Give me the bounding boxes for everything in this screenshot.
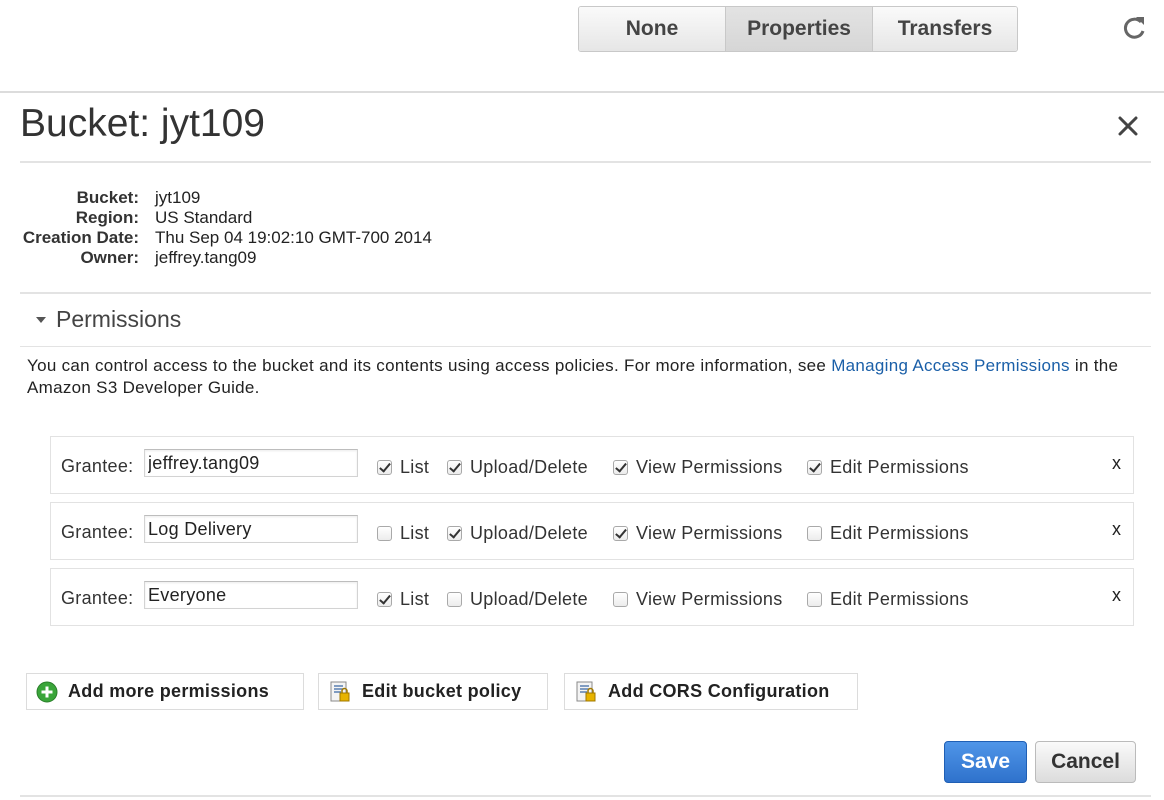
button-label: Add more permissions bbox=[68, 681, 270, 701]
info-value: jyt109 bbox=[155, 188, 201, 207]
managing-access-permissions-link[interactable]: Managing Access Permissions bbox=[831, 356, 1070, 375]
checkbox-label: Upload/Delete bbox=[470, 523, 588, 543]
checkbox-box[interactable] bbox=[807, 592, 822, 607]
checkbox-box[interactable] bbox=[447, 460, 462, 475]
info-row-owner: Owner: jeffrey.tang09 bbox=[20, 248, 432, 268]
caret-down-icon bbox=[36, 316, 46, 323]
info-value: US Standard bbox=[155, 208, 253, 227]
info-label: Bucket: bbox=[76, 188, 139, 207]
checkbox-box[interactable] bbox=[613, 460, 628, 475]
checkbox-box[interactable] bbox=[377, 460, 392, 475]
add-icon bbox=[36, 681, 58, 702]
checkbox-box[interactable] bbox=[447, 526, 462, 541]
button-label: Edit bucket policy bbox=[362, 681, 522, 701]
divider bbox=[20, 292, 1151, 294]
checkbox-label: List bbox=[400, 457, 430, 477]
page-title: Bucket: jyt109 bbox=[20, 102, 265, 145]
info-label: Creation Date: bbox=[22, 228, 139, 247]
view-permissions-checkbox[interactable]: View Permissions bbox=[613, 523, 783, 544]
checkbox-box[interactable] bbox=[613, 526, 628, 541]
edit-bucket-policy-button[interactable]: Edit bucket policy bbox=[318, 673, 548, 710]
divider bbox=[20, 161, 1151, 163]
view-permissions-checkbox[interactable]: View Permissions bbox=[613, 457, 783, 478]
bucket-info: Bucket: jyt109 Region: US Standard Creat… bbox=[20, 188, 432, 268]
policy-document-icon bbox=[576, 681, 596, 701]
checkbox-label: Upload/Delete bbox=[470, 457, 588, 477]
policy-document-icon bbox=[330, 681, 350, 701]
tab-properties[interactable]: Properties bbox=[726, 7, 873, 51]
checkbox-label: Edit Permissions bbox=[830, 589, 969, 609]
checkbox-box[interactable] bbox=[807, 526, 822, 541]
edit-permissions-checkbox[interactable]: Edit Permissions bbox=[807, 457, 969, 478]
description-text: You can control access to the bucket and… bbox=[27, 356, 832, 375]
grantee-input[interactable] bbox=[144, 515, 358, 543]
edit-permissions-checkbox[interactable]: Edit Permissions bbox=[807, 523, 969, 544]
view-permissions-checkbox[interactable]: View Permissions bbox=[613, 589, 783, 610]
grantee-label: Grantee: bbox=[61, 522, 134, 542]
grant-row: Grantee: List Upload/Delete View Permiss… bbox=[50, 502, 1134, 560]
permissions-title: Permissions bbox=[56, 306, 182, 332]
checkbox-label: Upload/Delete bbox=[470, 589, 588, 609]
upload-delete-checkbox[interactable]: Upload/Delete bbox=[447, 589, 588, 610]
refresh-icon[interactable] bbox=[1120, 14, 1148, 42]
info-value: Thu Sep 04 19:02:10 GMT-700 2014 bbox=[155, 228, 432, 247]
checkbox-label: View Permissions bbox=[636, 589, 783, 609]
list-checkbox[interactable]: List bbox=[377, 457, 429, 478]
list-checkbox[interactable]: List bbox=[377, 523, 429, 544]
cancel-button[interactable]: Cancel bbox=[1035, 741, 1136, 783]
checkbox-box[interactable] bbox=[807, 460, 822, 475]
divider bbox=[20, 795, 1151, 797]
checkbox-box[interactable] bbox=[377, 592, 392, 607]
list-checkbox[interactable]: List bbox=[377, 589, 429, 610]
grant-row: Grantee: List Upload/Delete View Permiss… bbox=[50, 568, 1134, 626]
grantee-input[interactable] bbox=[144, 449, 358, 477]
tab-transfers[interactable]: Transfers bbox=[873, 7, 1017, 51]
checkbox-label: Edit Permissions bbox=[830, 457, 969, 477]
info-row-bucket: Bucket: jyt109 bbox=[20, 188, 432, 208]
info-label: Region: bbox=[75, 208, 139, 227]
close-icon[interactable] bbox=[1114, 112, 1142, 140]
view-mode-segmented-control: None Properties Transfers bbox=[578, 6, 1018, 52]
upload-delete-checkbox[interactable]: Upload/Delete bbox=[447, 457, 588, 478]
grantee-input[interactable] bbox=[144, 581, 358, 609]
edit-permissions-checkbox[interactable]: Edit Permissions bbox=[807, 589, 969, 610]
add-cors-configuration-button[interactable]: Add CORS Configuration bbox=[564, 673, 858, 710]
checkbox-box[interactable] bbox=[377, 526, 392, 541]
grantee-label: Grantee: bbox=[61, 588, 134, 608]
top-toolbar: None Properties Transfers bbox=[0, 0, 1164, 93]
save-button[interactable]: Save bbox=[944, 741, 1027, 783]
permissions-description: You can control access to the bucket and… bbox=[27, 355, 1137, 399]
checkbox-box[interactable] bbox=[613, 592, 628, 607]
checkbox-label: Edit Permissions bbox=[830, 523, 969, 543]
grant-row: Grantee: List Upload/Delete View Permiss… bbox=[50, 436, 1134, 494]
remove-grant-button[interactable]: x bbox=[1112, 585, 1121, 606]
remove-grant-button[interactable]: x bbox=[1112, 453, 1121, 474]
remove-grant-button[interactable]: x bbox=[1112, 519, 1121, 540]
info-value: jeffrey.tang09 bbox=[155, 248, 257, 267]
checkbox-label: View Permissions bbox=[636, 523, 783, 543]
info-row-region: Region: US Standard bbox=[20, 208, 432, 228]
permissions-section-toggle[interactable]: Permissions bbox=[36, 306, 181, 333]
info-row-creation-date: Creation Date: Thu Sep 04 19:02:10 GMT-7… bbox=[20, 228, 432, 248]
checkbox-label: List bbox=[400, 589, 430, 609]
upload-delete-checkbox[interactable]: Upload/Delete bbox=[447, 523, 588, 544]
info-label: Owner: bbox=[80, 248, 139, 267]
checkbox-box[interactable] bbox=[447, 592, 462, 607]
divider bbox=[20, 346, 1151, 347]
grantee-label: Grantee: bbox=[61, 456, 134, 476]
button-label: Add CORS Configuration bbox=[608, 681, 830, 701]
checkbox-label: View Permissions bbox=[636, 457, 783, 477]
add-more-permissions-button[interactable]: Add more permissions bbox=[26, 673, 304, 710]
checkbox-label: List bbox=[400, 523, 430, 543]
tab-none[interactable]: None bbox=[579, 7, 726, 51]
